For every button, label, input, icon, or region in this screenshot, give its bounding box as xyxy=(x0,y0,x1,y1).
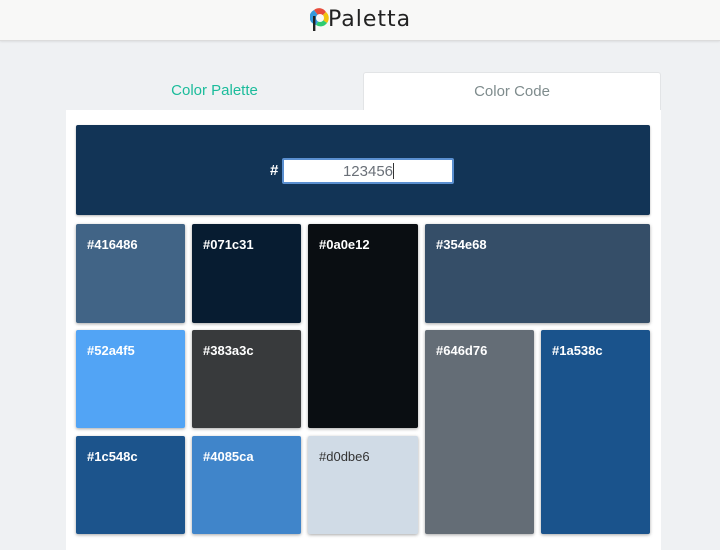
tab-color-code[interactable]: Color Code xyxy=(363,72,661,111)
text-caret xyxy=(393,163,394,179)
swatch-label: #0a0e12 xyxy=(319,237,370,252)
hex-code-input[interactable] xyxy=(282,158,454,184)
swatch-label: #4085ca xyxy=(203,449,254,464)
swatch[interactable]: #354e68 xyxy=(425,224,650,323)
hash-prefix: # xyxy=(270,162,279,179)
swatch[interactable]: #0a0e12 xyxy=(308,224,418,428)
swatch-label: #d0dbe6 xyxy=(319,449,370,464)
tab-color-palette[interactable]: Color Palette xyxy=(66,72,363,110)
swatch-label: #646d76 xyxy=(436,343,488,358)
swatch-label: #354e68 xyxy=(436,237,487,252)
swatch[interactable]: #d0dbe6 xyxy=(308,436,418,534)
app-header: Paletta xyxy=(0,0,720,41)
logo[interactable]: Paletta xyxy=(310,6,411,34)
swatch-label: #52a4f5 xyxy=(87,343,135,358)
swatch-label: #1c548c xyxy=(87,449,138,464)
swatch[interactable]: #646d76 xyxy=(425,330,534,534)
swatch[interactable]: #52a4f5 xyxy=(76,330,185,428)
swatch-label: #1a538c xyxy=(552,343,603,358)
swatch-label: #416486 xyxy=(87,237,138,252)
swatch[interactable]: #416486 xyxy=(76,224,185,323)
swatch-label: #383a3c xyxy=(203,343,254,358)
logo-text: Paletta xyxy=(328,7,412,32)
swatch[interactable]: #1a538c xyxy=(541,330,650,534)
swatch[interactable]: #4085ca xyxy=(192,436,301,534)
swatch[interactable]: #383a3c xyxy=(192,330,301,428)
swatch-label: #071c31 xyxy=(203,237,254,252)
swatch[interactable]: #1c548c xyxy=(76,436,185,534)
palette-ring-icon xyxy=(310,8,329,31)
swatch[interactable]: #071c31 xyxy=(192,224,301,323)
